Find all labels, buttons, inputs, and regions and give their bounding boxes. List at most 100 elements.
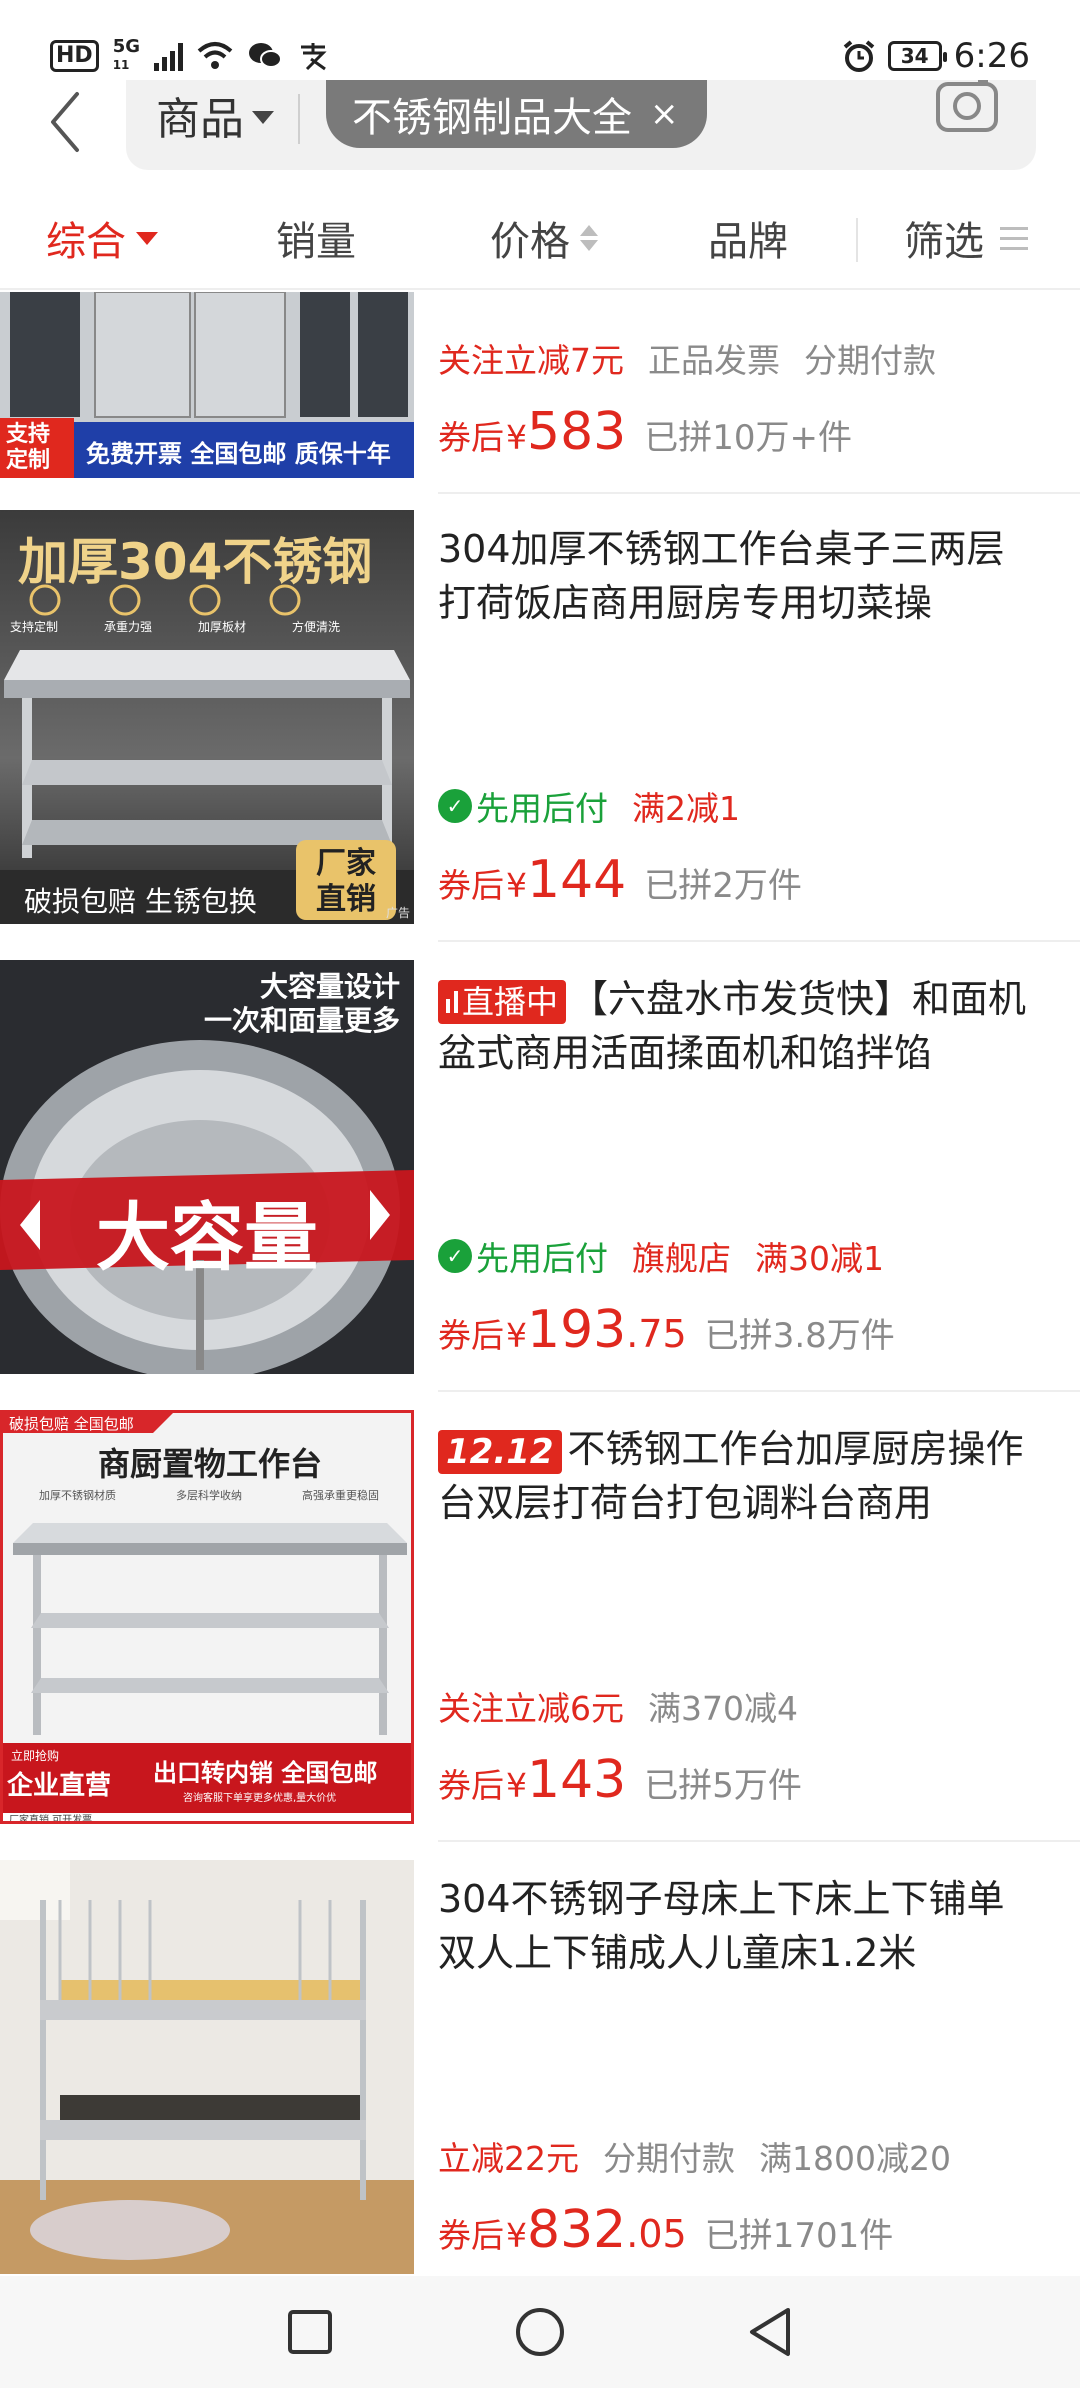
price-label: 券后 (438, 418, 504, 457)
caret-down-icon (136, 231, 158, 245)
product-title[interactable]: 304加厚不锈钢工作台桌子三两层打荷饭店商用厨房专用切菜操 (438, 522, 1030, 630)
camera-icon[interactable] (932, 80, 1002, 136)
recents-button[interactable] (280, 2302, 340, 2362)
live-badge: 直播中 (438, 979, 567, 1024)
price-value: 143 (527, 1750, 627, 1810)
product-info: 直播中 【六盘水市发货快】和面机盆式商用活面揉面机和馅拌馅 ✓ 先用后付 旗舰店… (438, 960, 1060, 1410)
divider (438, 1390, 1080, 1392)
tab-label: 品牌 (708, 219, 788, 265)
currency-symbol: ¥ (506, 418, 527, 457)
thumb-features: 加厚不锈钢材质 多层科学收纳 高强承重更稳固 (39, 1487, 379, 1503)
thumb-caption: 免费开票 全国包邮 质保十年 (86, 440, 391, 468)
sold-count: 已拼1701件 (704, 2216, 894, 2256)
system-nav-bar (0, 2276, 1080, 2388)
alipay-icon (301, 43, 327, 71)
thumb-footer: 厂家直销 可开发票 (9, 1815, 93, 1824)
thumb-top-label: 破损包赔 全国包邮 (9, 1415, 134, 1433)
tab-price[interactable]: 价格 (490, 208, 598, 268)
price-row: 券后 ¥ 583 已拼10万+件 (438, 402, 852, 462)
thumb-heading: 加厚304不锈钢 (18, 533, 373, 591)
divider (438, 940, 1080, 942)
product-card[interactable]: 加厚304不锈钢 支持定制 承重力强 加厚板材 方便清洗 破损包赔 生锈包换 厂… (0, 510, 1080, 960)
home-button[interactable] (510, 2302, 570, 2362)
price-value: 832 (527, 2200, 627, 2260)
tab-brand[interactable]: 品牌 (708, 208, 788, 268)
thumb-caption: 破损包赔 生锈包换 (24, 885, 257, 918)
tag: 旗舰店 (632, 1239, 731, 1278)
promo-badge: 12.12 (438, 1429, 562, 1474)
product-image[interactable]: 加厚304不锈钢 支持定制 承重力强 加厚板材 方便清洗 破损包赔 生锈包换 厂… (0, 510, 414, 924)
wechat-icon (249, 43, 282, 68)
currency-symbol: ¥ (506, 1316, 527, 1355)
product-image[interactable] (0, 1860, 414, 2274)
price-row: 券后 ¥ 143 已拼5万件 (438, 1750, 802, 1810)
hd-icon: HD (50, 40, 99, 72)
tag: 关注立减7元 (438, 341, 624, 380)
search-scope-label: 商品 (156, 94, 244, 145)
tab-divider (856, 218, 858, 262)
search-query-chip[interactable]: 不锈钢制品大全 × (326, 80, 707, 148)
price-label: 券后 (438, 1316, 504, 1355)
product-info: 304不锈钢子母床上下床上下铺单双人上下铺成人儿童床1.2米 立减22元 分期付… (438, 1860, 1060, 2280)
product-info: 12.12 不锈钢工作台加厚厨房操作台双层打荷台打包调料台商用 关注立减6元 满3… (438, 1410, 1060, 1860)
search-box[interactable]: 商品 不锈钢制品大全 × (126, 80, 1036, 170)
price-value: 583 (527, 402, 627, 462)
close-icon[interactable]: × (650, 94, 679, 134)
product-tags: 立减22元 分期付款 满1800减20 (438, 2132, 951, 2180)
tag: ✓ 先用后付 (438, 1232, 608, 1280)
filter-bar: 综合 销量 价格 品牌 筛选 (0, 190, 1080, 290)
tab-label: 筛选 (904, 219, 984, 265)
tag: 关注立减6元 (438, 1689, 624, 1728)
sold-count: 已拼5万件 (644, 1766, 802, 1806)
caret-down-icon (252, 110, 274, 124)
tab-sales[interactable]: 销量 (276, 208, 356, 268)
thumb-heading: 大容量设计 一次和面量更多 (204, 970, 400, 1038)
price-label: 券后 (438, 2216, 504, 2255)
thumb-caption: 出口转内销 全国包邮 (153, 1759, 378, 1787)
back-button[interactable] (30, 82, 100, 162)
product-title[interactable]: 304不锈钢子母床上下床上下铺单双人上下铺成人儿童床1.2米 (438, 1872, 1030, 1980)
sold-count: 已拼10万+件 (644, 418, 853, 458)
product-image[interactable]: 支持定制 免费开票 全国包邮 质保十年 (0, 292, 414, 478)
feature-label: 多层科学收纳 (176, 1489, 242, 1502)
thumb-heading: 商厨置物工作台 (97, 1445, 322, 1483)
feature-label: 加厚不锈钢材质 (39, 1489, 116, 1502)
feature-label: 支持定制 (10, 620, 59, 634)
product-tags: 关注立减7元 正品发票 分期付款 (438, 334, 936, 382)
nav-back-button[interactable] (740, 2302, 800, 2362)
tag: 满30减1 (755, 1239, 884, 1278)
price-row: 券后 ¥ 832 .05 已拼1701件 (438, 2200, 893, 2260)
wifi-icon (197, 42, 233, 69)
product-card[interactable]: 破损包赔 全国包邮 商厨置物工作台 加厚不锈钢材质 多层科学收纳 高强承重更稳固… (0, 1410, 1080, 1860)
product-card[interactable]: 支持定制 免费开票 全国包邮 质保十年 关注立减7元 正品发票 分期付款 券后 … (0, 292, 1080, 494)
product-image[interactable]: 破损包赔 全国包邮 商厨置物工作台 加厚不锈钢材质 多层科学收纳 高强承重更稳固… (0, 1410, 414, 1824)
search-scope-dropdown[interactable]: 商品 (156, 80, 274, 150)
signal-icon (154, 41, 183, 71)
feature-label: 加厚板材 (197, 620, 246, 634)
tab-filter[interactable]: 筛选 (904, 208, 1028, 268)
tag: 满1800减20 (759, 2139, 951, 2178)
thumb-heading-line: 大容量设计 (259, 970, 400, 1003)
live-icon (446, 990, 458, 1013)
pay-later-icon: ✓ (438, 789, 472, 823)
circle-icon (516, 2308, 564, 2356)
product-tags: 关注立减6元 满370减4 (438, 1682, 798, 1730)
product-title[interactable]: 12.12 不锈钢工作台加厚厨房操作台双层打荷台打包调料台商用 (438, 1422, 1030, 1530)
product-tags: ✓ 先用后付 满2减1 (438, 782, 740, 830)
product-image[interactable]: 大容量设计 一次和面量更多 大容量 (0, 960, 414, 1374)
battery-icon: 34 (887, 41, 947, 71)
thumb-banner: 大容量 (96, 1195, 318, 1281)
tag: 正品发票 (648, 341, 780, 380)
tag: 满370减4 (648, 1689, 798, 1728)
tab-comprehensive[interactable]: 综合 (46, 208, 158, 268)
network-label: 5G (112, 36, 140, 57)
product-title[interactable]: 直播中 【六盘水市发货快】和面机盆式商用活面揉面机和馅拌馅 (438, 972, 1030, 1080)
currency-symbol: ¥ (506, 2216, 527, 2255)
product-card[interactable]: 304不锈钢子母床上下床上下铺单双人上下铺成人儿童床1.2米 立减22元 分期付… (0, 1860, 1080, 2280)
back-arrow-icon (51, 92, 79, 152)
product-card[interactable]: 大容量设计 一次和面量更多 大容量 直播中 【六盘水市发货快】和面机盆式商用活面… (0, 960, 1080, 1410)
status-right: 34 6:26 (842, 36, 1030, 76)
status-bar: HD 5G 11 34 6:26 (0, 0, 1080, 90)
price-decimal: .75 (626, 1312, 687, 1356)
feature-label: 承重力强 (103, 620, 152, 634)
